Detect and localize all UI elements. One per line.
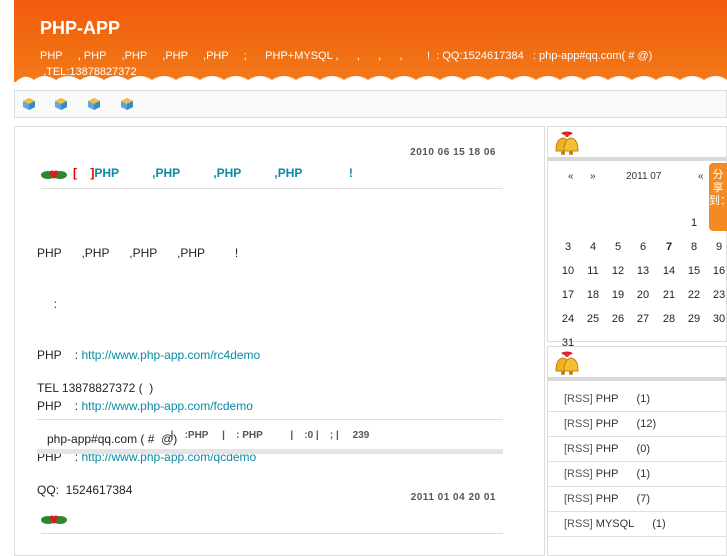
category-count: (7) <box>636 493 650 505</box>
post-title[interactable]: [ ]PHP ,PHP ,PHP ,PHP ! <box>73 166 353 180</box>
calendar-day[interactable]: 16 <box>707 265 727 277</box>
category-item[interactable]: [RSS] PHP (12) <box>548 412 727 437</box>
category-name[interactable]: PHP <box>593 443 637 455</box>
post-title-text: PHP ,PHP ,PHP ,PHP ! <box>94 166 353 180</box>
category-count: (1) <box>652 518 666 530</box>
site-header: PHP-APP PHP , PHP ,PHP ,PHP ,PHP ; PHP+M… <box>0 0 727 84</box>
cube-icon[interactable] <box>121 98 133 110</box>
calendar-day[interactable]: 5 <box>606 241 630 253</box>
post-title-row: [ ]PHP ,PHP ,PHP ,PHP ! <box>41 165 503 189</box>
calendar-day[interactable]: 4 <box>581 241 605 253</box>
calendar-day[interactable]: 13 <box>631 265 655 277</box>
calendar-day[interactable]: 12 <box>606 265 630 277</box>
calendar-day[interactable]: 25 <box>581 313 605 325</box>
category-item[interactable]: [RSS] PHP (1) <box>548 462 727 487</box>
calendar-day[interactable]: 30 <box>707 313 727 325</box>
category-count: (0) <box>636 443 650 455</box>
next-link[interactable]: « <box>698 171 704 182</box>
calendar-day[interactable]: 11 <box>581 265 605 277</box>
category-item[interactable]: [RSS] PHP (1) <box>548 387 727 412</box>
post-separator <box>37 449 503 454</box>
post-line: PHP ,PHP ,PHP ,PHP ! <box>37 246 239 260</box>
calendar-day[interactable]: 17 <box>556 289 580 301</box>
category-name[interactable]: PHP <box>593 418 637 430</box>
calendar-day[interactable]: 9 <box>707 241 727 253</box>
calendar-day[interactable]: 29 <box>682 313 706 325</box>
rss-link[interactable]: [RSS] <box>564 443 593 455</box>
calendar-day[interactable]: 10 <box>556 265 580 277</box>
calendar-day[interactable]: 19 <box>606 289 630 301</box>
post-title-bracket: [ ] <box>73 166 95 180</box>
calendar-day[interactable]: 23 <box>707 289 727 301</box>
category-name[interactable]: PHP <box>593 393 637 405</box>
cloud-border <box>14 76 727 84</box>
calendar-day[interactable]: 14 <box>657 265 681 277</box>
rss-link[interactable]: [RSS] <box>564 418 593 430</box>
rss-link[interactable]: [RSS] <box>564 518 593 530</box>
category-item[interactable]: [RSS] PHP (0) <box>548 437 727 462</box>
category-count: (12) <box>636 418 657 430</box>
prev-month-link[interactable]: » <box>590 171 596 182</box>
category-count: (1) <box>636 393 650 405</box>
post-line: : <box>37 297 58 311</box>
rss-link[interactable]: [RSS] <box>564 393 593 405</box>
calendar-header <box>548 127 726 161</box>
prev-year-link[interactable]: « <box>568 171 574 182</box>
contact-tel: TEL 13878827372 ( ) <box>37 381 154 395</box>
post-date: 2010 06 15 18 06 <box>410 147 496 158</box>
cube-icon[interactable] <box>23 98 35 110</box>
calendar-day[interactable]: 27 <box>631 313 655 325</box>
category-name[interactable]: PHP <box>593 468 637 480</box>
post-date: 2011 01 04 20 01 <box>410 492 496 503</box>
calendar-day[interactable]: 15 <box>682 265 706 277</box>
bells-icon <box>555 351 579 375</box>
categories-header <box>548 347 726 381</box>
cube-icon[interactable] <box>55 98 67 110</box>
rss-link[interactable]: [RSS] <box>564 468 593 480</box>
site-title[interactable]: PHP-APP <box>40 18 120 39</box>
calendar-day[interactable]: 21 <box>657 289 681 301</box>
category-count: (1) <box>636 468 650 480</box>
calendar-day[interactable]: 28 <box>657 313 681 325</box>
category-name[interactable]: PHP <box>593 493 637 505</box>
calendar-day[interactable]: 3 <box>556 241 580 253</box>
toolbar <box>14 90 727 118</box>
calendar-day[interactable]: 24 <box>556 313 580 325</box>
holly-icon <box>41 170 67 179</box>
categories-widget: [RSS] PHP (1) [RSS] PHP (12) [RSS] PHP (0)… <box>547 346 727 556</box>
calendar-day[interactable]: 7 <box>657 241 681 253</box>
holly-icon <box>41 515 67 524</box>
calendar-day[interactable]: 1 <box>682 217 706 229</box>
bells-icon <box>555 131 579 155</box>
calendar-day[interactable]: 8 <box>682 241 706 253</box>
calendar-widget: « » 2011 07 « 12345678910111213141516171… <box>547 126 727 349</box>
share-tab[interactable]: 分享到： <box>709 163 727 231</box>
calendar-day[interactable]: 22 <box>682 289 706 301</box>
calendar-month-label: 2011 07 <box>626 171 662 182</box>
calendar-day[interactable]: 6 <box>631 241 655 253</box>
calendar-day[interactable]: 26 <box>606 313 630 325</box>
category-item[interactable]: [RSS] MYSQL (1) <box>548 512 727 537</box>
rss-link[interactable]: [RSS] <box>564 493 593 505</box>
calendar-day[interactable]: 18 <box>581 289 605 301</box>
main-content: 2010 06 15 18 06 [ ]PHP ,PHP ,PHP ,PHP !… <box>14 126 545 556</box>
post-title-row <box>41 510 503 534</box>
category-item[interactable]: [RSS] PHP (7) <box>548 487 727 512</box>
cube-icon[interactable] <box>88 98 100 110</box>
left-margin <box>0 0 14 545</box>
calendar-day[interactable]: 20 <box>631 289 655 301</box>
category-name[interactable]: MYSQL <box>593 518 653 530</box>
